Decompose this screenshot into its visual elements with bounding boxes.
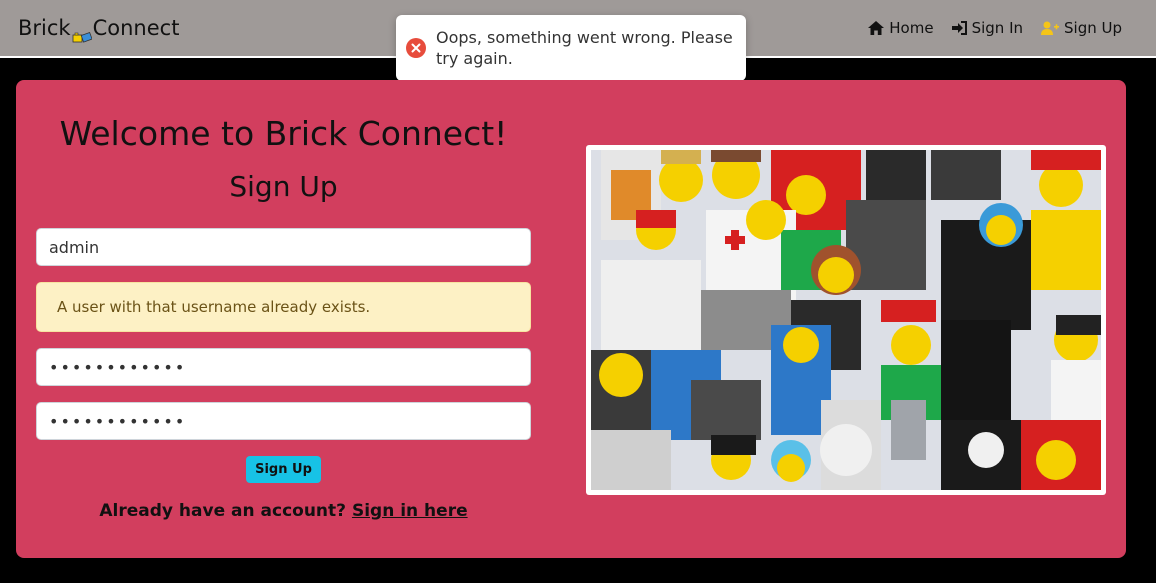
password-confirm-input[interactable] bbox=[36, 402, 531, 440]
nav-signin-label: Sign In bbox=[971, 19, 1023, 37]
hero-image-frame bbox=[586, 145, 1106, 495]
toast-message: Oops, something went wrong. Please try a… bbox=[436, 28, 733, 68]
signin-prompt-text: Already have an account? bbox=[99, 501, 347, 521]
sign-in-icon bbox=[951, 21, 967, 35]
nav-signup-label: Sign Up bbox=[1064, 19, 1122, 37]
nav-signup-link[interactable]: Sign Up bbox=[1041, 19, 1122, 37]
signin-prompt: Already have an account? Sign in here bbox=[36, 501, 531, 521]
password-input[interactable] bbox=[36, 348, 531, 386]
error-circle-icon bbox=[406, 38, 426, 58]
brick-logo-icon bbox=[72, 24, 93, 43]
signup-button[interactable]: Sign Up bbox=[246, 456, 321, 483]
brand-name-left: Brick bbox=[18, 16, 71, 40]
signin-link[interactable]: Sign in here bbox=[352, 501, 468, 521]
nav-home-link[interactable]: Home bbox=[868, 19, 934, 37]
nav-signin-link[interactable]: Sign In bbox=[951, 19, 1023, 37]
home-icon bbox=[868, 21, 885, 35]
lego-minifigures-photo bbox=[591, 150, 1101, 490]
error-toast: Oops, something went wrong. Please try a… bbox=[396, 15, 746, 81]
welcome-heading: Welcome to Brick Connect! bbox=[59, 114, 508, 153]
brand-logo-link[interactable]: Brick Connect bbox=[18, 16, 180, 43]
username-input[interactable] bbox=[36, 228, 531, 266]
username-error-alert: A user with that username already exists… bbox=[36, 282, 531, 332]
nav-links: Home Sign In Sign Up bbox=[868, 19, 1122, 37]
signup-card: Welcome to Brick Connect! Sign Up A user… bbox=[16, 80, 1126, 558]
nav-home-label: Home bbox=[889, 19, 934, 37]
user-plus-icon bbox=[1041, 21, 1059, 35]
page-title: Sign Up bbox=[229, 170, 338, 203]
brand-name-right: Connect bbox=[92, 16, 180, 40]
